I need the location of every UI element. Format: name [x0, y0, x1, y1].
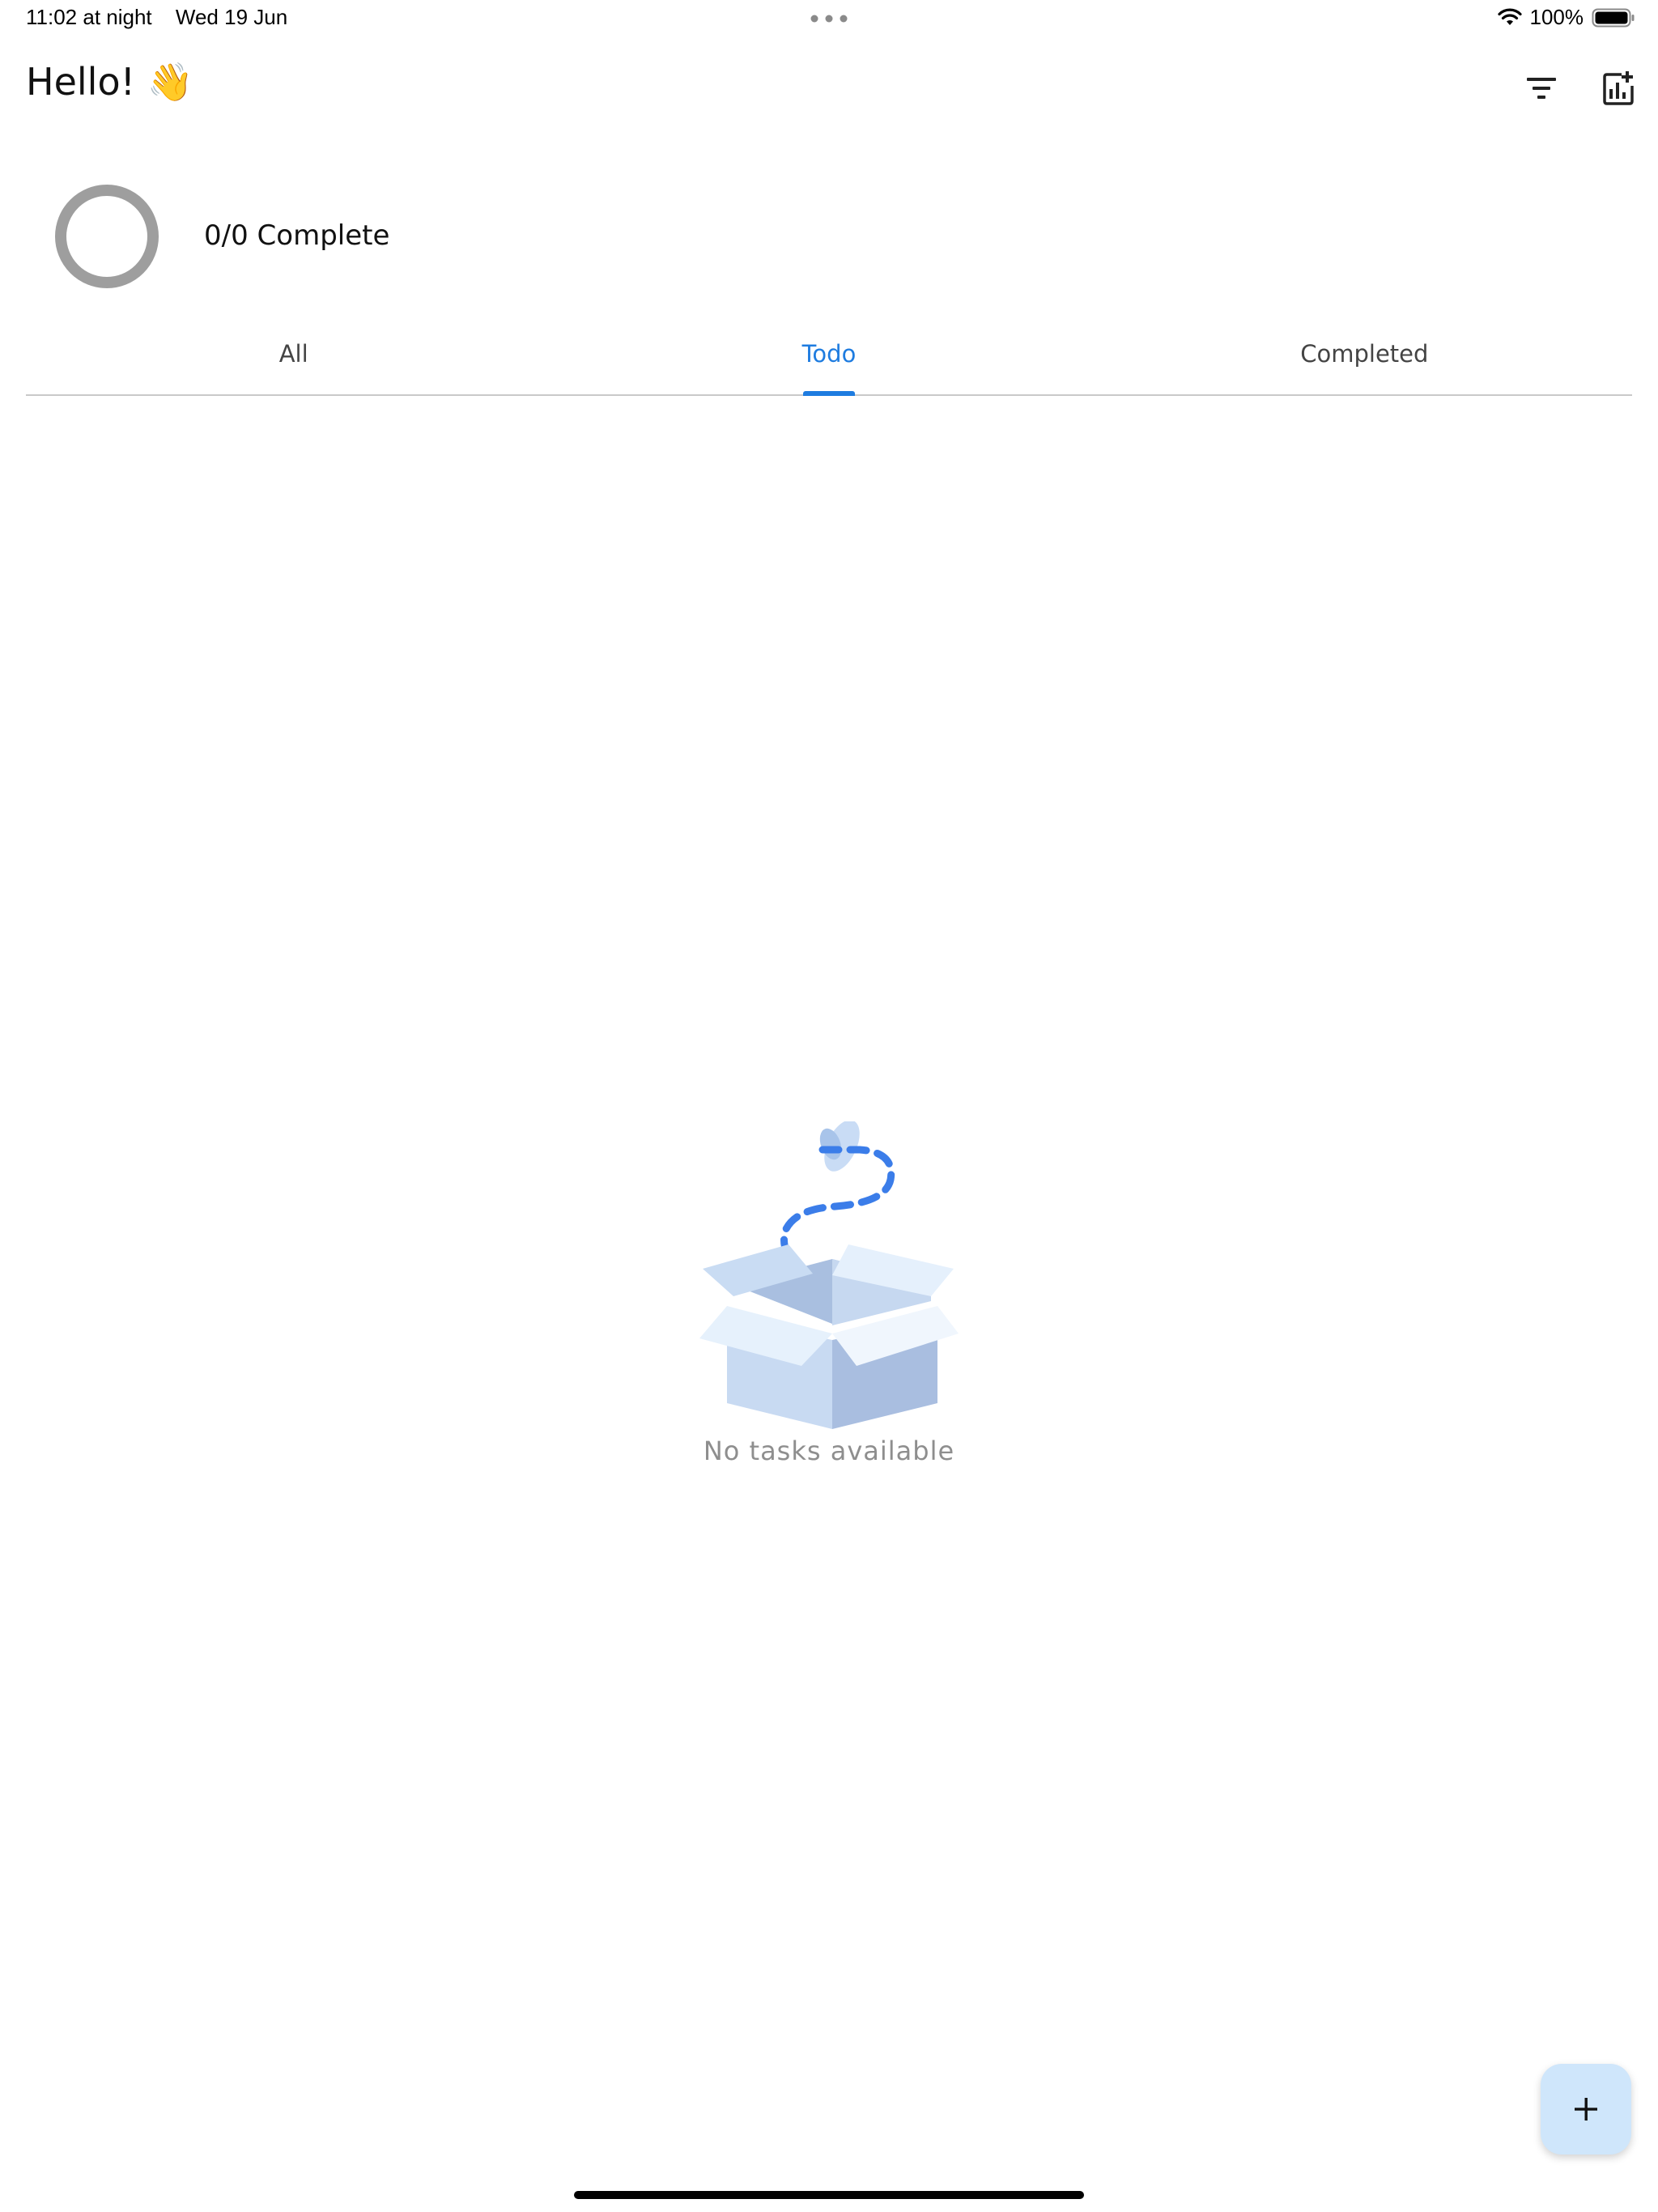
tab-all[interactable]: All	[26, 320, 561, 394]
multitask-dots-icon[interactable]	[810, 15, 848, 23]
add-task-button[interactable]	[1541, 2064, 1631, 2155]
empty-state-message: No tasks available	[703, 1436, 955, 1466]
progress-ring	[55, 185, 159, 288]
filter-list-icon	[1527, 78, 1556, 99]
battery-icon	[1592, 8, 1635, 27]
progress-label: 0/0 Complete	[204, 219, 390, 252]
tab-completed[interactable]: Completed	[1097, 320, 1632, 394]
status-time: 11:02 at night	[26, 5, 152, 29]
add-chart-icon	[1603, 71, 1634, 105]
open-box-icon	[699, 1121, 959, 1429]
plus-icon	[1575, 2098, 1597, 2121]
task-tabs: All Todo Completed	[26, 320, 1632, 396]
home-indicator[interactable]	[574, 2191, 1084, 2199]
filter-button[interactable]	[1513, 60, 1570, 117]
app-header: Hello! 👋	[0, 49, 1658, 130]
active-tab-indicator	[802, 391, 855, 396]
tab-todo[interactable]: Todo	[561, 320, 1096, 396]
status-right: 100%	[1497, 5, 1636, 30]
app-screen: 11:02 at night Wed 19 Jun 100% Hello! 👋	[0, 0, 1658, 2212]
tab-completed-label: Completed	[1300, 340, 1429, 368]
status-left: 11:02 at night Wed 19 Jun	[26, 5, 287, 30]
greeting-title: Hello! 👋	[26, 60, 193, 104]
tab-all-label: All	[278, 340, 308, 368]
tab-todo-label: Todo	[801, 340, 857, 368]
battery-percent: 100%	[1529, 5, 1584, 29]
status-bar: 11:02 at night Wed 19 Jun 100%	[0, 0, 1658, 40]
wifi-icon	[1497, 8, 1522, 25]
statistics-button[interactable]	[1590, 60, 1647, 117]
status-date: Wed 19 Jun	[175, 5, 288, 29]
